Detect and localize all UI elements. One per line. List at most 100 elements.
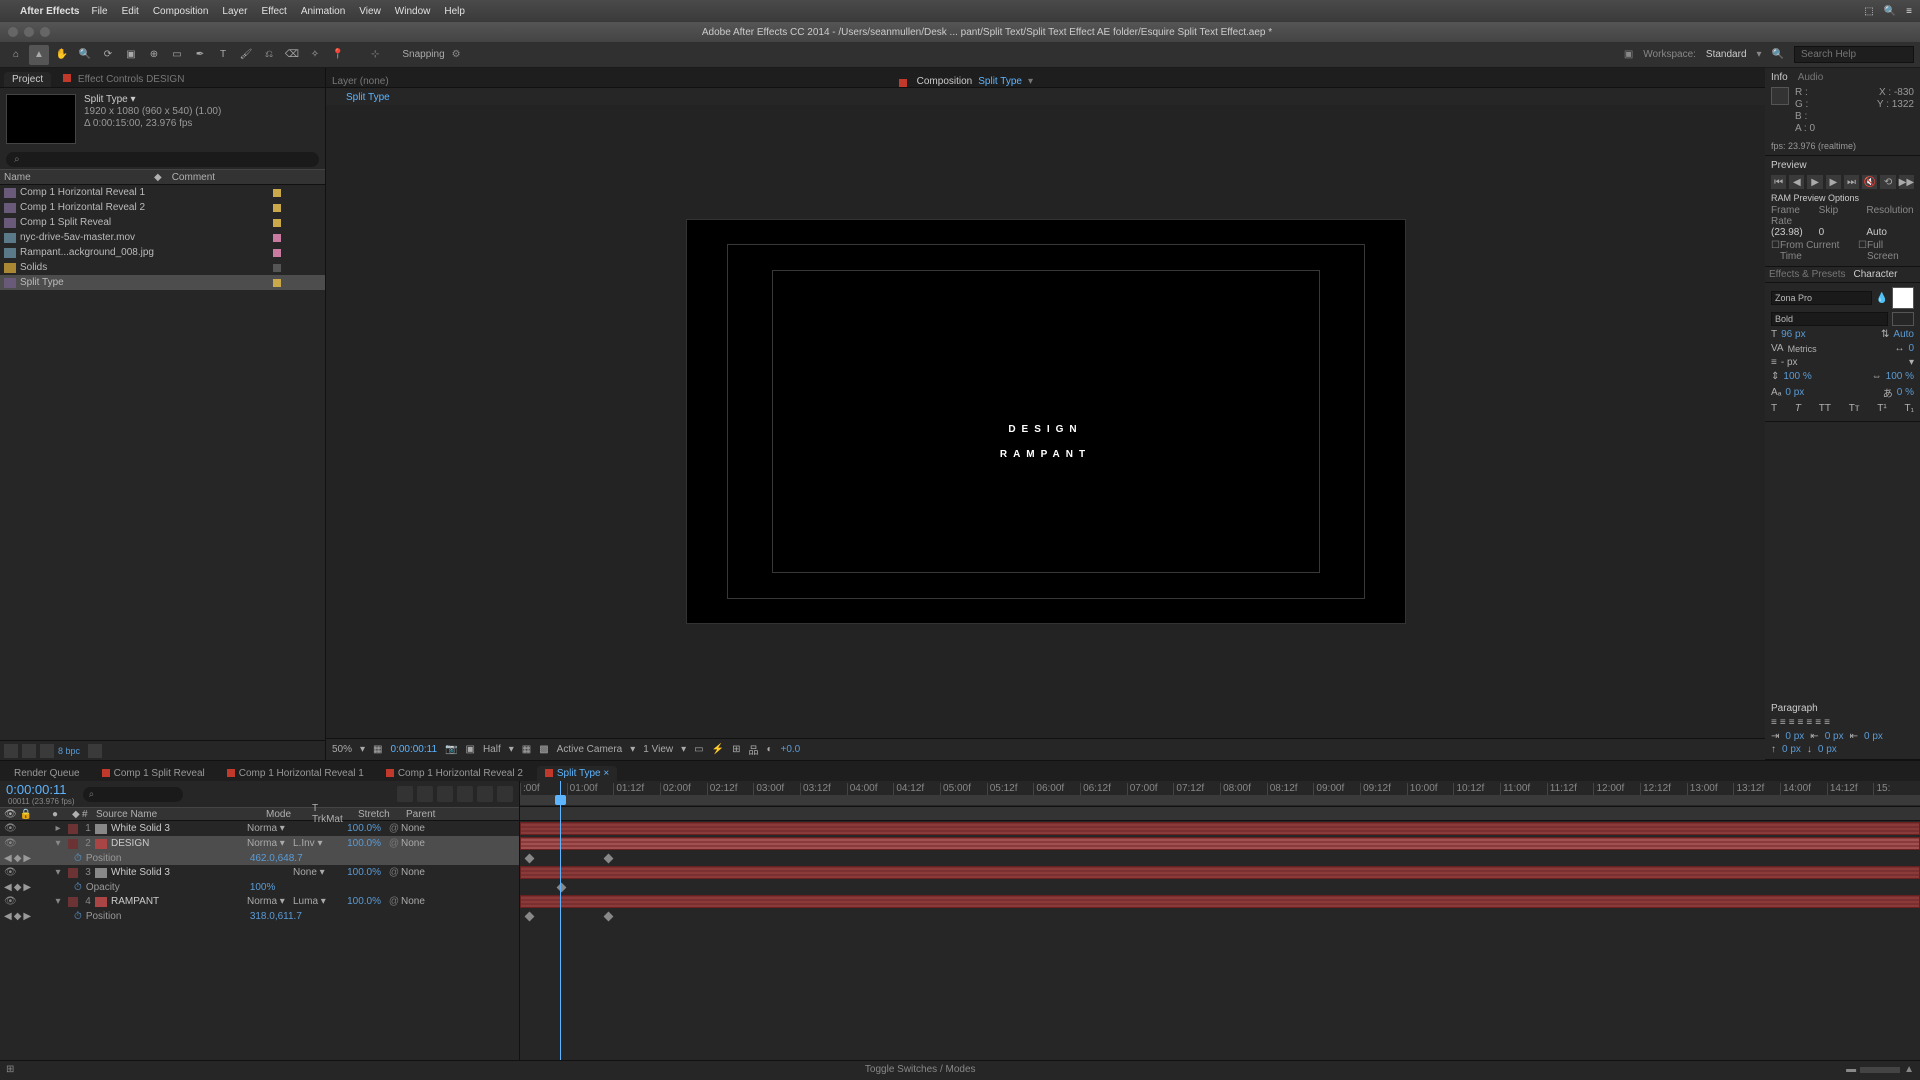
indent-left-field[interactable]: 0 px	[1785, 731, 1804, 742]
layer-bar[interactable]	[520, 895, 1920, 908]
justify-last-right-icon[interactable]: ≡	[1815, 717, 1821, 728]
last-frame-icon[interactable]: ⏭	[1844, 175, 1859, 189]
label-col-header[interactable]: ◆	[68, 809, 78, 820]
from-current-checkbox[interactable]: ☐	[1771, 240, 1780, 262]
play-icon[interactable]: ▶	[1807, 175, 1822, 189]
menubar-icon[interactable]: ≡	[1906, 6, 1912, 17]
roto-tool-icon[interactable]: ✧	[305, 45, 325, 65]
render-engine-icon[interactable]: ▣	[1624, 49, 1633, 60]
project-thumbnail[interactable]	[6, 94, 76, 144]
ruler-tick[interactable]: 05:00f	[940, 783, 987, 795]
skip-dropdown[interactable]: 0	[1819, 227, 1867, 238]
reset-exposure-icon[interactable]: ◐	[766, 744, 772, 755]
next-kf-icon[interactable]: ▶	[23, 911, 31, 922]
stretch-value[interactable]: 100.0%	[339, 896, 387, 907]
composition-viewer[interactable]: RAMPANT DESIGN	[326, 105, 1765, 738]
pickwhip-icon[interactable]: @	[387, 896, 401, 907]
keyframe-icon[interactable]	[604, 912, 614, 922]
app-name[interactable]: After Effects	[20, 6, 79, 17]
next-frame-icon[interactable]: ▶	[1826, 175, 1841, 189]
justify-all-icon[interactable]: ≡	[1824, 717, 1830, 728]
shape-tool-icon[interactable]: ▭	[167, 45, 187, 65]
trkmat-dropdown[interactable]: L.Inv ▾	[293, 838, 339, 849]
property-row[interactable]: ◀◆▶ ⏱ Opacity 100%	[0, 880, 519, 894]
pickwhip-icon[interactable]: @	[387, 823, 401, 834]
label-color[interactable]	[273, 264, 281, 272]
full-screen-checkbox[interactable]: ☐	[1858, 240, 1867, 262]
ruler-tick[interactable]: 06:00f	[1033, 783, 1080, 795]
subscript-icon[interactable]: T₁	[1905, 403, 1914, 414]
blend-mode-dropdown[interactable]: Norma ▾	[247, 838, 293, 849]
bpc-button[interactable]: 8 bpc	[58, 746, 80, 756]
align-center-icon[interactable]: ≡	[1780, 717, 1786, 728]
menubar-icon[interactable]: ⬚	[1864, 6, 1873, 17]
project-item[interactable]: Comp 1 Horizontal Reveal 2	[0, 200, 325, 215]
text-layer-design[interactable]: DESIGN	[1000, 426, 1091, 435]
stretch-value[interactable]: 100.0%	[339, 867, 387, 878]
tsume-field[interactable]: 0 %	[1897, 387, 1914, 398]
hand-tool-icon[interactable]: ✋	[52, 45, 72, 65]
composition-frame[interactable]: RAMPANT DESIGN	[686, 219, 1406, 624]
delete-icon[interactable]	[88, 744, 102, 758]
zoom-arrow-icon[interactable]: ▾	[360, 744, 365, 755]
ruler-tick[interactable]: 06:12f	[1080, 783, 1127, 795]
stroke-width-field[interactable]: - px	[1781, 357, 1798, 368]
keyframe-icon[interactable]	[525, 854, 535, 864]
resolution-icon[interactable]: ▦	[373, 744, 382, 755]
local-axis-icon[interactable]: ⊹	[371, 49, 379, 60]
tab-menu-icon[interactable]: ▾	[1028, 76, 1033, 87]
mode-col-header[interactable]: Mode	[262, 809, 308, 820]
timeline-tab-active[interactable]: Split Type ×	[537, 766, 617, 781]
ram-preview-options-dropdown[interactable]: RAM Preview Options	[1771, 193, 1914, 203]
ruler-tick[interactable]: 10:00f	[1407, 783, 1454, 795]
stretch-col-header[interactable]: Stretch	[354, 809, 402, 820]
ruler-tick[interactable]: 08:12f	[1267, 783, 1314, 795]
align-right-icon[interactable]: ≡	[1789, 717, 1795, 728]
preview-resolution-dropdown[interactable]: Auto	[1866, 227, 1914, 238]
parent-col-header[interactable]: Parent	[402, 809, 492, 820]
menu-edit[interactable]: Edit	[122, 6, 139, 17]
menubar-icon[interactable]: 🔍	[1884, 6, 1896, 17]
ruler-tick[interactable]: 09:00f	[1313, 783, 1360, 795]
ram-preview-icon[interactable]: ▶▶	[1899, 175, 1914, 189]
label-color[interactable]	[273, 219, 281, 227]
project-tab[interactable]: Project	[4, 72, 51, 87]
justify-last-left-icon[interactable]: ≡	[1798, 717, 1804, 728]
frame-blend-icon[interactable]	[457, 786, 473, 802]
stopwatch-icon[interactable]: ⏱	[74, 853, 82, 864]
parent-dropdown[interactable]: None	[401, 867, 471, 878]
av-col-header[interactable]: 👁 🔒	[0, 809, 48, 820]
motion-blur-icon[interactable]	[477, 786, 493, 802]
layer-bar[interactable]	[520, 837, 1920, 850]
stroke-style-dropdown[interactable]: ▾	[1909, 357, 1914, 368]
loop-icon[interactable]: ⟲	[1880, 175, 1895, 189]
prev-frame-icon[interactable]: ◀	[1789, 175, 1804, 189]
zoom-tool-icon[interactable]: 🔍	[75, 45, 95, 65]
ruler-tick[interactable]: 15:	[1873, 783, 1920, 795]
idx-col-header[interactable]: ●	[48, 809, 68, 820]
pickwhip-icon[interactable]: @	[387, 867, 401, 878]
graph-editor-icon[interactable]	[497, 786, 513, 802]
ruler-tick[interactable]: 08:00f	[1220, 783, 1267, 795]
kerning-dropdown[interactable]: Metrics	[1788, 344, 1817, 354]
twirl-icon[interactable]: ▾	[48, 838, 68, 849]
first-frame-icon[interactable]: ⏮	[1771, 175, 1786, 189]
ruler-tick[interactable]: 07:12f	[1173, 783, 1220, 795]
property-row[interactable]: ◀◆▶ ⏱ Position 462.0,648.7	[0, 851, 519, 865]
composition-name[interactable]: Split Type	[978, 76, 1022, 87]
small-caps-icon[interactable]: Tᴛ	[1849, 403, 1860, 414]
stroke-color-swatch[interactable]	[1892, 312, 1914, 326]
parent-dropdown[interactable]: None	[401, 896, 471, 907]
layer-row[interactable]: 👁 ▸ 1 White Solid 3 Norma ▾ 100.0% @ Non…	[0, 821, 519, 836]
res-arrow-icon[interactable]: ▾	[509, 744, 514, 755]
next-kf-icon[interactable]: ▶	[23, 853, 31, 864]
menu-animation[interactable]: Animation	[301, 6, 345, 17]
timeline-tab[interactable]: Comp 1 Horizontal Reveal 1	[219, 766, 372, 781]
label-color[interactable]	[68, 839, 78, 849]
camera-dropdown[interactable]: Active Camera	[557, 744, 623, 755]
label-color[interactable]	[273, 234, 281, 242]
close-window[interactable]	[8, 27, 18, 37]
parent-dropdown[interactable]: None	[401, 823, 471, 834]
comp-flowchart-icon[interactable]: 品	[748, 742, 758, 757]
space-before-field[interactable]: 0 px	[1782, 744, 1801, 755]
